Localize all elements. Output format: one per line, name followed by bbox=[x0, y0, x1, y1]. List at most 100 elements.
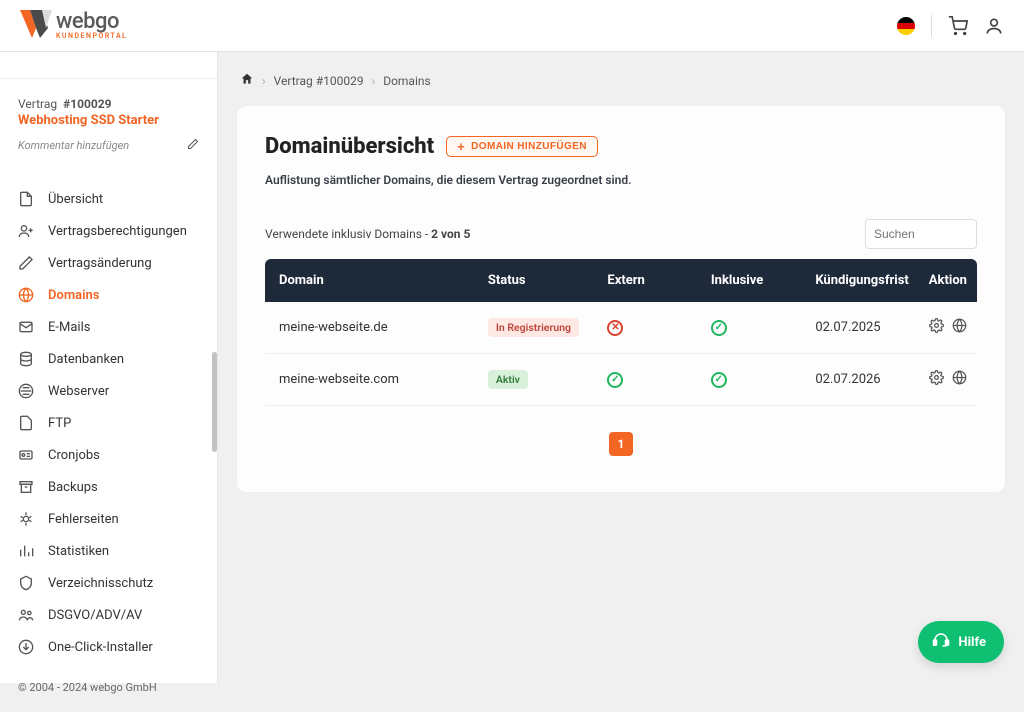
panel-subtitle: Auflistung sämtlicher Domains, die diese… bbox=[265, 173, 977, 187]
users-icon bbox=[18, 607, 34, 623]
folder-icon bbox=[18, 415, 34, 431]
page-1-button[interactable]: 1 bbox=[609, 432, 633, 456]
breadcrumb-item[interactable]: Domains bbox=[383, 74, 431, 88]
sidebar-nav: Übersicht Vertragsberechtigungen Vertragsä… bbox=[0, 183, 217, 663]
sidebar-scrollbar[interactable] bbox=[211, 52, 217, 683]
cell-frist: 02.07.2026 bbox=[805, 354, 918, 406]
add-domain-label: DOMAIN HINZUFÜGEN bbox=[471, 141, 587, 152]
archive-icon bbox=[18, 479, 34, 495]
help-button[interactable]: Hilfe bbox=[918, 621, 1004, 663]
sidebar: Vertrag #100029 Webhosting SSD Starter K… bbox=[0, 52, 218, 683]
status-badge: In Registrierung bbox=[488, 318, 579, 337]
cross-icon: ✕ bbox=[607, 320, 623, 336]
sidebar-item-label: Datenbanken bbox=[48, 352, 124, 367]
sidebar-item-emails[interactable]: E-Mails bbox=[0, 311, 217, 343]
stats-icon bbox=[18, 543, 34, 559]
check-icon: ✓ bbox=[711, 320, 727, 336]
sidebar-item-cron[interactable]: Cronjobs bbox=[0, 439, 217, 471]
language-flag-de[interactable] bbox=[897, 17, 915, 35]
shield-icon bbox=[18, 575, 34, 591]
clock-icon bbox=[18, 447, 34, 463]
sidebar-item-label: Übersicht bbox=[48, 192, 103, 207]
col-status: Status bbox=[478, 259, 598, 302]
contract-summary: Vertrag #100029 Webhosting SSD Starter K… bbox=[0, 78, 217, 163]
download-icon bbox=[18, 639, 34, 655]
cart-icon[interactable] bbox=[948, 16, 968, 36]
plus-icon: + bbox=[457, 140, 465, 153]
contract-number: #100029 bbox=[63, 97, 111, 111]
copyright: © 2004 - 2024 webgo GmbH bbox=[0, 663, 217, 712]
topbar-divider bbox=[931, 15, 932, 37]
cell-domain: meine-webseite.de bbox=[265, 302, 478, 354]
chevron-right-icon: › bbox=[372, 74, 376, 88]
sidebar-item-overview[interactable]: Übersicht bbox=[0, 183, 217, 215]
sidebar-item-dsgvo[interactable]: DSGVO/ADV/AV bbox=[0, 599, 217, 631]
edit-comment-icon[interactable] bbox=[187, 138, 199, 153]
cell-inklusive: ✓ bbox=[701, 302, 805, 354]
sidebar-item-error[interactable]: Fehlerseiten bbox=[0, 503, 217, 535]
sidebar-item-label: Verzeichnisschutz bbox=[48, 576, 153, 591]
globe-icon[interactable] bbox=[952, 370, 967, 389]
sidebar-item-db[interactable]: Datenbanken bbox=[0, 343, 217, 375]
bug-icon bbox=[18, 511, 34, 527]
table-row: meine-webseite.com Aktiv ✓ ✓ 02.07.2026 bbox=[265, 354, 977, 406]
sidebar-item-label: Webserver bbox=[48, 384, 109, 399]
sidebar-item-label: Vertragsberechtigungen bbox=[48, 224, 187, 239]
add-domain-button[interactable]: + DOMAIN HINZUFÜGEN bbox=[446, 136, 598, 157]
search-input[interactable] bbox=[865, 219, 977, 249]
sidebar-item-protect[interactable]: Verzeichnisschutz bbox=[0, 567, 217, 599]
sidebar-item-label: Cronjobs bbox=[48, 448, 100, 463]
breadcrumb: › Vertrag #100029 › Domains bbox=[236, 72, 1006, 89]
help-label: Hilfe bbox=[958, 635, 986, 650]
cell-domain: meine-webseite.com bbox=[265, 354, 478, 406]
settings-icon[interactable] bbox=[929, 370, 944, 389]
sidebar-item-ftp[interactable]: FTP bbox=[0, 407, 217, 439]
account-icon[interactable] bbox=[984, 16, 1004, 36]
globe-icon[interactable] bbox=[952, 318, 967, 337]
edit-icon bbox=[18, 255, 34, 271]
pagination: 1 bbox=[265, 432, 977, 456]
sidebar-item-label: Vertragsänderung bbox=[48, 256, 152, 271]
page-title: Domainübersicht bbox=[265, 134, 434, 159]
globe-icon bbox=[18, 287, 34, 303]
breadcrumb-item[interactable]: Vertrag #100029 bbox=[274, 74, 364, 88]
sidebar-item-change[interactable]: Vertragsänderung bbox=[0, 247, 217, 279]
status-badge: Aktiv bbox=[488, 370, 528, 389]
table-row: meine-webseite.de In Registrierung ✕ ✓ 02.07… bbox=[265, 302, 977, 354]
check-icon: ✓ bbox=[711, 372, 727, 388]
cell-frist: 02.07.2025 bbox=[805, 302, 918, 354]
brand-logo[interactable]: webgo KUNDENPORTAL bbox=[20, 10, 127, 42]
sidebar-item-label: Fehlerseiten bbox=[48, 512, 119, 527]
cell-extern: ✕ bbox=[597, 302, 700, 354]
sidebar-item-web[interactable]: Webserver bbox=[0, 375, 217, 407]
sidebar-item-label: FTP bbox=[48, 416, 71, 431]
sidebar-item-backup[interactable]: Backups bbox=[0, 471, 217, 503]
contract-label: Vertrag bbox=[18, 97, 57, 111]
col-domain: Domain bbox=[265, 259, 478, 302]
comment-placeholder[interactable]: Kommentar hinzufügen bbox=[18, 139, 129, 152]
home-icon[interactable] bbox=[240, 72, 254, 89]
database-icon bbox=[18, 351, 34, 367]
check-icon: ✓ bbox=[607, 372, 623, 388]
contract-product: Webhosting SSD Starter bbox=[18, 113, 199, 128]
sidebar-item-label: E-Mails bbox=[48, 320, 90, 335]
settings-icon[interactable] bbox=[929, 318, 944, 337]
col-aktion: Aktion bbox=[919, 259, 977, 302]
sidebar-item-label: DSGVO/ADV/AV bbox=[48, 608, 142, 623]
used-domains-counter: Verwendete inklusiv Domains - 2 von 5 bbox=[265, 227, 470, 241]
chevron-right-icon: › bbox=[262, 74, 266, 88]
headset-icon bbox=[932, 631, 950, 653]
col-extern: Extern bbox=[597, 259, 700, 302]
sidebar-item-oneclick[interactable]: One-Click-Installer bbox=[0, 631, 217, 663]
sidebar-item-label: Domains bbox=[48, 288, 99, 303]
brand-name: webgo bbox=[56, 11, 127, 33]
file-icon bbox=[18, 191, 34, 207]
domain-panel: Domainübersicht + DOMAIN HINZUFÜGEN Aufl… bbox=[236, 105, 1006, 493]
sidebar-item-stats[interactable]: Statistiken bbox=[0, 535, 217, 567]
sidebar-item-label: One-Click-Installer bbox=[48, 640, 153, 655]
sidebar-item-perm[interactable]: Vertragsberechtigungen bbox=[0, 215, 217, 247]
sidebar-item-domains[interactable]: Domains bbox=[0, 279, 217, 311]
mail-icon bbox=[18, 319, 34, 335]
logo-mark-icon bbox=[20, 10, 52, 42]
server-icon bbox=[18, 383, 34, 399]
